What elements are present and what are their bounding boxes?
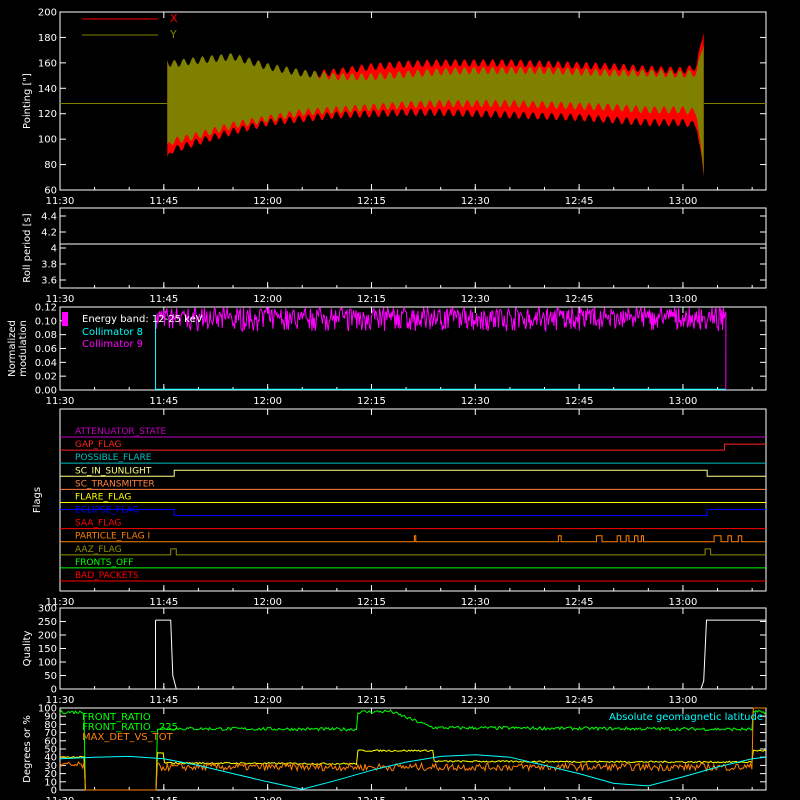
flag-label: ATTENUATOR_STATE bbox=[75, 427, 167, 437]
y-tick-label: 3.8 bbox=[41, 260, 57, 271]
y-tick-label: 0 bbox=[51, 685, 57, 696]
x-tick-label: 12:45 bbox=[565, 597, 594, 608]
x-tick-label: 11:45 bbox=[149, 294, 178, 305]
x-tick-label: 12:30 bbox=[461, 597, 490, 608]
y-tick-label: 4.2 bbox=[41, 228, 57, 239]
annotation-energy-band: Energy band: 12-25 keV bbox=[82, 314, 203, 325]
legend-geomag-latitude: Absolute geomagnetic latitude bbox=[609, 712, 763, 723]
y-tick-label: 4 bbox=[51, 244, 57, 255]
y-tick-label: 180 bbox=[38, 33, 57, 44]
x-tick-label: 12:45 bbox=[565, 294, 594, 305]
x-tick-label: 13:00 bbox=[669, 294, 698, 305]
legend-y-label: Y bbox=[169, 28, 177, 41]
y-tick-label: 200 bbox=[38, 631, 57, 642]
x-tick-label: 12:00 bbox=[253, 196, 282, 207]
y-tick-label: 0.12 bbox=[35, 303, 57, 314]
legend-x-label: X bbox=[170, 12, 178, 25]
x-tick-label: 12:15 bbox=[357, 796, 386, 800]
y-tick-label: 140 bbox=[38, 84, 57, 95]
x-tick-label: 12:00 bbox=[253, 796, 282, 800]
y-tick-label: 100 bbox=[38, 704, 57, 715]
x-tick-label: 12:30 bbox=[461, 294, 490, 305]
x-tick-label: 11:30 bbox=[46, 796, 75, 800]
flag-label: SAA_FLAG bbox=[75, 519, 121, 529]
x-tick-label: 11:30 bbox=[46, 196, 75, 207]
x-tick-label: 13:00 bbox=[669, 396, 698, 407]
y-axis-label: Degrees or % bbox=[22, 715, 33, 783]
y-tick-label: 0.06 bbox=[35, 344, 57, 355]
x-tick-label: 12:45 bbox=[565, 695, 594, 706]
x-tick-label: 12:00 bbox=[253, 597, 282, 608]
y-tick-label: 160 bbox=[38, 58, 57, 69]
flag-label: AAZ_FLAG bbox=[75, 545, 122, 555]
y-axis-label: Pointing ["] bbox=[22, 73, 33, 129]
x-tick-label: 11:45 bbox=[149, 396, 178, 407]
y-tick-label: 100 bbox=[38, 135, 57, 146]
flag-label: BAD_PACKETS bbox=[75, 571, 139, 581]
x-tick-label: 12:00 bbox=[253, 695, 282, 706]
x-tick-label: 13:00 bbox=[669, 597, 698, 608]
flag-label: POSSIBLE_FLARE bbox=[75, 453, 152, 463]
x-tick-label: 12:00 bbox=[253, 396, 282, 407]
x-tick-label: 13:00 bbox=[669, 695, 698, 706]
legend-max-det: MAX_DET_VS_TOT bbox=[82, 732, 174, 743]
x-tick-label: 12:15 bbox=[357, 196, 386, 207]
legend-marker bbox=[62, 312, 68, 326]
x-tick-label: 12:15 bbox=[357, 294, 386, 305]
y-axis-label: Normalized bbox=[7, 320, 18, 377]
x-tick-label: 12:30 bbox=[461, 196, 490, 207]
legend-collimator-8: Collimator 8 bbox=[82, 327, 143, 338]
y-tick-label: 0.10 bbox=[35, 316, 57, 327]
x-tick-label: 11:45 bbox=[149, 796, 178, 800]
x-tick-label: 11:30 bbox=[46, 396, 75, 407]
y-tick-label: 0.08 bbox=[35, 330, 57, 341]
flag-label: FRONTS_OFF bbox=[75, 558, 133, 568]
y-tick-label: 4.4 bbox=[41, 212, 57, 223]
y-tick-label: 60 bbox=[44, 186, 57, 197]
y-axis-label: Roll period [s] bbox=[22, 213, 33, 282]
x-tick-label: 13:00 bbox=[669, 796, 698, 800]
y-tick-label: 0.00 bbox=[35, 386, 57, 397]
y-tick-label: 0.04 bbox=[35, 358, 57, 369]
y-tick-label: 0.02 bbox=[35, 372, 57, 383]
x-tick-label: 12:30 bbox=[461, 695, 490, 706]
y-tick-label: 150 bbox=[38, 644, 57, 655]
x-tick-label: 12:00 bbox=[253, 294, 282, 305]
y-tick-label: 3.6 bbox=[41, 276, 57, 287]
flag-label: GAP_FLAG bbox=[75, 440, 121, 450]
y-tick-label: 120 bbox=[38, 109, 57, 120]
x-tick-label: 11:45 bbox=[149, 597, 178, 608]
flag-label: SC_IN_SUNLIGHT bbox=[75, 466, 152, 476]
x-tick-label: 12:45 bbox=[565, 196, 594, 207]
y-tick-label: 200 bbox=[38, 8, 57, 19]
x-tick-label: 12:30 bbox=[461, 396, 490, 407]
x-tick-label: 12:15 bbox=[357, 597, 386, 608]
x-tick-label: 11:45 bbox=[149, 196, 178, 207]
flag-label: FLARE_FLAG bbox=[75, 492, 131, 502]
y-axis-label: Quality bbox=[22, 631, 33, 667]
flag-label: SC_TRANSMITTER bbox=[75, 479, 155, 489]
y-tick-label: 80 bbox=[44, 160, 57, 171]
x-tick-label: 12:30 bbox=[461, 796, 490, 800]
y-tick-label: 250 bbox=[38, 617, 57, 628]
x-tick-label: 12:15 bbox=[357, 396, 386, 407]
y-tick-label: 300 bbox=[38, 604, 57, 615]
flag-label: PARTICLE_FLAG I bbox=[75, 532, 150, 542]
x-tick-label: 11:45 bbox=[149, 695, 178, 706]
x-tick-label: 13:00 bbox=[669, 196, 698, 207]
y-axis-label: modulation bbox=[18, 320, 29, 377]
housekeeping-plot: 11:30 11:45 12:00 12:15 12:30 12:45 13:00 60 80 1… bbox=[0, 0, 800, 800]
x-tick-label: 12:15 bbox=[357, 695, 386, 706]
x-tick-label: 12:45 bbox=[565, 396, 594, 407]
flag-label: ECLIPSE_FLAG bbox=[75, 506, 139, 516]
y-tick-label: 50 bbox=[44, 671, 57, 682]
legend-collimator-9: Collimator 9 bbox=[82, 339, 143, 350]
x-tick-label: 12:45 bbox=[565, 796, 594, 800]
y-tick-label: 100 bbox=[38, 658, 57, 669]
y-axis-label: Flags bbox=[32, 487, 43, 513]
